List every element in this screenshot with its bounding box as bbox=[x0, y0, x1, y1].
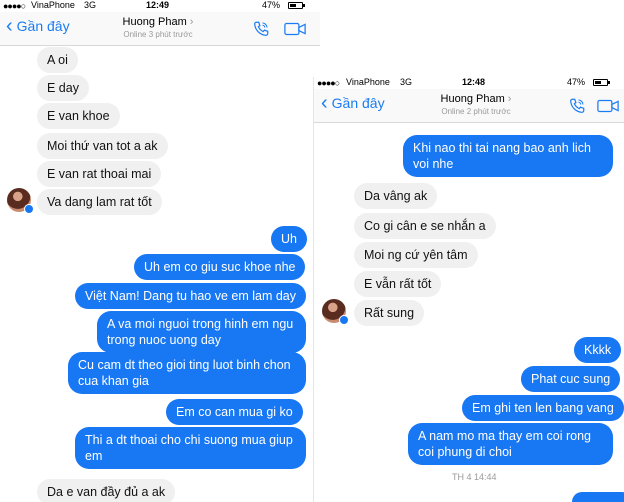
clock: 12:48 bbox=[462, 77, 486, 87]
phone-icon[interactable] bbox=[568, 97, 586, 115]
signal-icon: ●●●●○ bbox=[317, 78, 340, 88]
battery-percent: 47% bbox=[262, 0, 281, 10]
status-bar: ●●●●○ VinaPhone 3G 12:48 47% bbox=[314, 77, 624, 89]
message-incoming: E van khoe bbox=[37, 103, 120, 129]
message-incoming: A oi bbox=[37, 47, 78, 73]
message-incoming: Co gi cân e se nhắn a bbox=[354, 213, 496, 239]
back-label: Gần đây bbox=[331, 95, 385, 111]
battery-icon bbox=[288, 2, 305, 9]
message-incoming: E van rat thoai mai bbox=[37, 161, 162, 187]
back-button[interactable]: ‹ Gần đây bbox=[6, 15, 70, 37]
video-call-icon[interactable] bbox=[597, 99, 619, 113]
message-outgoing: Khi nao thi tai nang bao anh lich voi nh… bbox=[403, 135, 613, 177]
message-outgoing: A nam mo ma thay em coi rong coi phung d… bbox=[408, 423, 613, 465]
message-outgoing: Phat cuc sung bbox=[521, 366, 621, 392]
carrier-label: VinaPhone bbox=[31, 0, 75, 10]
network-label: 3G bbox=[400, 77, 413, 87]
message-incoming: Da e van đầy đủ a ak bbox=[37, 479, 176, 502]
messenger-badge-icon bbox=[339, 315, 349, 325]
message-outgoing: Cu cam dt theo gioi ting luot binh chon … bbox=[68, 352, 306, 394]
signal-icon: ●●●●○ bbox=[3, 1, 26, 11]
carrier-label: VinaPhone bbox=[346, 77, 390, 87]
clock: 12:49 bbox=[146, 0, 170, 10]
contact-name-row: Huong Pham › bbox=[88, 16, 228, 28]
message-outgoing: Uh bbox=[271, 226, 307, 252]
chevron-right-icon: › bbox=[189, 16, 194, 28]
battery-icon bbox=[593, 79, 610, 86]
message-outgoing-partial bbox=[572, 492, 624, 502]
status-bar: ●●●●○ VinaPhone 3G 12:49 47% bbox=[0, 0, 320, 12]
message-incoming: Va dang lam rat tốt bbox=[37, 189, 162, 215]
contact-header[interactable]: Huong Pham › Online 2 phút trước bbox=[406, 93, 546, 116]
message-incoming: Da vâng ak bbox=[354, 183, 438, 209]
battery-percent: 47% bbox=[567, 77, 586, 87]
chevron-right-icon: › bbox=[507, 93, 512, 105]
message-outgoing: Thi a dt thoai cho chi suong mua giup em bbox=[75, 427, 306, 469]
contact-header[interactable]: Huong Pham › Online 3 phút trước bbox=[88, 16, 228, 39]
message-incoming: Rất sung bbox=[354, 300, 425, 326]
back-label: Gần đây bbox=[16, 18, 70, 34]
message-incoming: Moi ng cứ yên tâm bbox=[354, 242, 478, 268]
chat-screen-right: ●●●●○ VinaPhone 3G 12:48 47% ‹ Gần đây H… bbox=[313, 77, 624, 502]
message-incoming: E vẫn rất tốt bbox=[354, 271, 442, 297]
back-button[interactable]: ‹ Gần đây bbox=[321, 92, 385, 114]
message-outgoing: A va moi nguoi trong hinh em ngu trong n… bbox=[97, 311, 306, 353]
contact-name: Huong Pham bbox=[440, 93, 505, 105]
phone-icon[interactable] bbox=[252, 20, 270, 38]
contact-name: Huong Pham bbox=[122, 16, 187, 28]
message-outgoing: Uh em co giu suc khoe nhe bbox=[134, 254, 306, 280]
messenger-badge-icon bbox=[24, 204, 34, 214]
message-timestamp: TH 4 14:44 bbox=[452, 472, 497, 482]
contact-name-row: Huong Pham › bbox=[406, 93, 546, 105]
nav-bar: ‹ Gần đây Huong Pham › Online 2 phút trướ… bbox=[314, 89, 624, 123]
video-call-icon[interactable] bbox=[284, 22, 306, 36]
avatar[interactable] bbox=[7, 188, 34, 214]
contact-status: Online 2 phút trước bbox=[441, 107, 511, 116]
message-outgoing: Việt Nam! Dang tu hao ve em lam day bbox=[75, 283, 306, 309]
message-incoming: Moi thứ van tot a ak bbox=[37, 133, 168, 159]
message-outgoing: Kkkk bbox=[574, 337, 622, 363]
chat-screen-left: ●●●●○ VinaPhone 3G 12:49 47% ‹ Gần đây H… bbox=[0, 0, 320, 502]
nav-bar: ‹ Gần đây Huong Pham › Online 3 phút trướ… bbox=[0, 12, 320, 46]
network-label: 3G bbox=[84, 0, 97, 10]
chevron-left-icon: ‹ bbox=[321, 92, 328, 114]
message-outgoing: Em ghi ten len bang vang bbox=[462, 395, 624, 421]
chevron-left-icon: ‹ bbox=[6, 15, 13, 37]
contact-status: Online 3 phút trước bbox=[123, 30, 193, 39]
message-outgoing: Em co can mua gi ko bbox=[166, 399, 303, 425]
message-incoming: E day bbox=[37, 75, 89, 101]
avatar[interactable] bbox=[322, 299, 349, 325]
